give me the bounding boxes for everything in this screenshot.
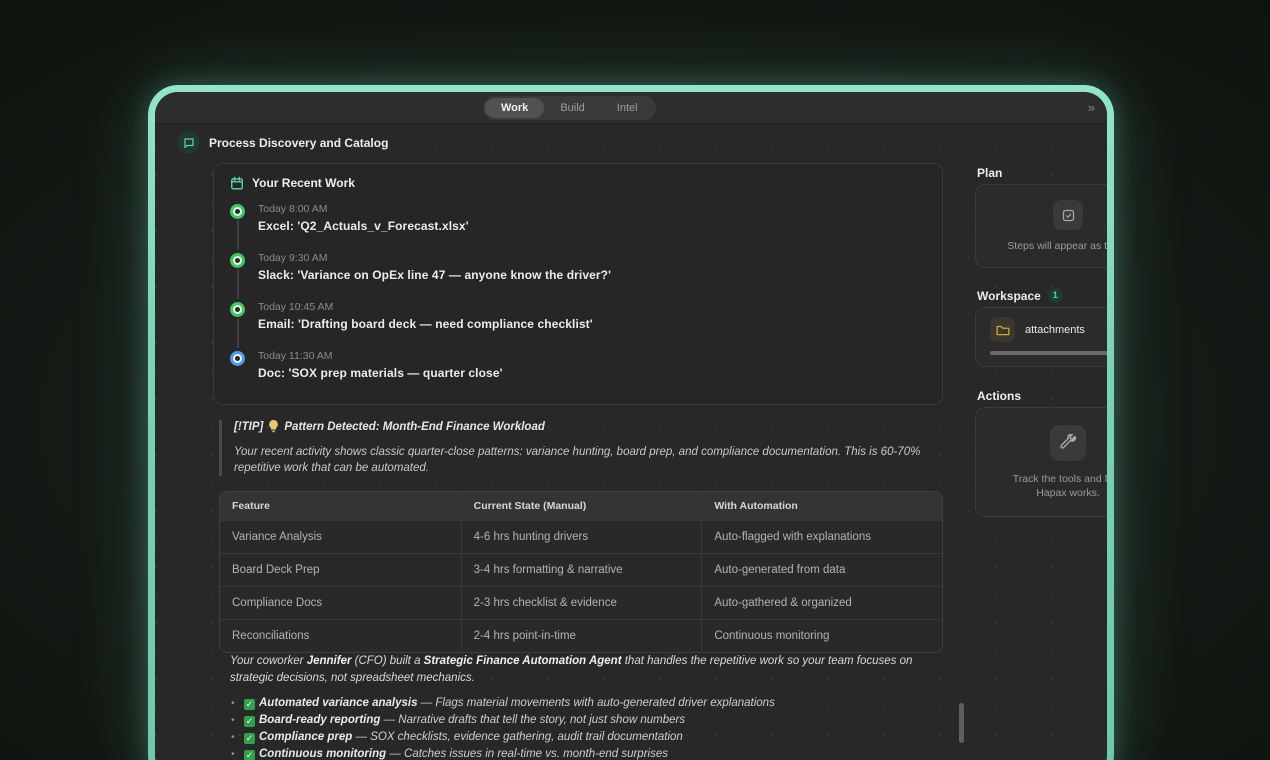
check-icon: ✓ xyxy=(244,733,255,744)
collapse-panel-icon[interactable]: » xyxy=(1088,99,1095,117)
workspace-scrollbar[interactable] xyxy=(990,351,1107,355)
workspace-card: attachments xyxy=(975,307,1107,367)
page-header: Process Discovery and Catalog xyxy=(177,131,388,154)
mode-tabs: Work Build Intel xyxy=(483,96,656,120)
main-content: Process Discovery and Catalog Your Recen… xyxy=(155,124,1107,760)
lightbulb-icon xyxy=(268,420,279,433)
coworker-paragraph: Your coworker Jennifer (CFO) built a Str… xyxy=(230,653,944,687)
timeline-done-icon xyxy=(230,302,245,317)
actions-card: Track the tools and files Hapax works. xyxy=(975,407,1107,517)
table-row: Compliance Docs 2-3 hrs checklist & evid… xyxy=(220,586,942,619)
column-header: With Automation xyxy=(701,492,942,520)
tab-intel[interactable]: Intel xyxy=(601,98,654,118)
timeline-current-icon xyxy=(230,351,245,366)
tip-body: Your recent activity shows classic quart… xyxy=(234,444,943,476)
chat-scrollbar[interactable] xyxy=(959,703,964,743)
timeline-done-icon xyxy=(230,253,245,268)
window-topbar: Work Build Intel » xyxy=(155,92,1107,124)
timeline-timestamp: Today 9:30 AM xyxy=(258,252,611,264)
table-cell: 3-4 hrs formatting & narrative xyxy=(461,554,702,586)
table-cell: Variance Analysis xyxy=(220,521,461,553)
table-cell: Auto-gathered & organized xyxy=(701,587,942,619)
workspace-section-label: Workspace 1 xyxy=(977,288,1063,303)
check-icon: ✓ xyxy=(244,716,255,727)
check-icon: ✓ xyxy=(244,699,255,710)
recent-work-title: Your Recent Work xyxy=(252,176,355,190)
chat-bubble-icon xyxy=(177,131,200,154)
plan-empty-text: Steps will appear as tasks xyxy=(1007,240,1107,252)
table-cell: Board Deck Prep xyxy=(220,554,461,586)
window-body: Work Build Intel » Process Discovery and… xyxy=(155,92,1107,760)
folder-icon xyxy=(990,317,1015,342)
plan-card: Steps will appear as tasks xyxy=(975,184,1107,268)
feature-item: ✓Automated variance analysis — Flags mat… xyxy=(231,695,947,712)
feature-item: ✓Board-ready reporting — Narrative draft… xyxy=(231,712,947,729)
tab-build[interactable]: Build xyxy=(544,98,600,118)
automation-table: Feature Current State (Manual) With Auto… xyxy=(219,491,943,653)
timeline-item: Today 10:45 AM Email: 'Drafting board de… xyxy=(230,301,926,350)
tip-title: Pattern Detected: Month-End Finance Work… xyxy=(284,421,544,433)
timeline-item: Today 11:30 AM Doc: 'SOX prep materials … xyxy=(230,350,926,380)
tab-work[interactable]: Work xyxy=(485,98,544,118)
timeline-item: Today 8:00 AM Excel: 'Q2_Actuals_v_Forec… xyxy=(230,203,926,252)
column-header: Current State (Manual) xyxy=(461,492,702,520)
table-cell: 4-6 hrs hunting drivers xyxy=(461,521,702,553)
timeline-activity: Doc: 'SOX prep materials — quarter close… xyxy=(258,366,503,380)
table-cell: Compliance Docs xyxy=(220,587,461,619)
actions-empty-text: Track the tools and files Hapax works. xyxy=(1013,472,1107,500)
workspace-file-row[interactable]: attachments xyxy=(990,317,1107,342)
timeline-timestamp: Today 10:45 AM xyxy=(258,301,593,313)
check-icon: ✓ xyxy=(244,750,255,760)
tip-callout: [!TIP] Pattern Detected: Month-End Finan… xyxy=(219,420,943,476)
timeline-timestamp: Today 11:30 AM xyxy=(258,350,503,362)
table-row: Board Deck Prep 3-4 hrs formatting & nar… xyxy=(220,553,942,586)
timeline-timestamp: Today 8:00 AM xyxy=(258,203,469,215)
timeline-activity: Email: 'Drafting board deck — need compl… xyxy=(258,317,593,331)
task-check-icon xyxy=(1053,200,1083,230)
timeline-activity: Excel: 'Q2_Actuals_v_Forecast.xlsx' xyxy=(258,219,469,233)
table-header-row: Feature Current State (Manual) With Auto… xyxy=(220,492,942,520)
actions-section-label: Actions xyxy=(977,389,1021,403)
table-cell: Continuous monitoring xyxy=(701,620,942,652)
timeline-done-icon xyxy=(230,204,245,219)
calendar-icon xyxy=(230,176,244,190)
feature-list: ✓Automated variance analysis — Flags mat… xyxy=(231,695,947,760)
timeline-item: Today 9:30 AM Slack: 'Variance on OpEx l… xyxy=(230,252,926,301)
tip-label: [!TIP] xyxy=(234,421,263,433)
table-cell: Reconciliations xyxy=(220,620,461,652)
timeline-activity: Slack: 'Variance on OpEx line 47 — anyon… xyxy=(258,268,611,282)
recent-work-card: Your Recent Work Today 8:00 AM Excel: 'Q… xyxy=(213,163,943,405)
workspace-file-name: attachments xyxy=(1025,324,1085,336)
column-header: Feature xyxy=(220,492,461,520)
wrench-icon xyxy=(1050,425,1086,461)
app-window: Work Build Intel » Process Discovery and… xyxy=(148,85,1114,760)
page-title: Process Discovery and Catalog xyxy=(209,136,388,150)
workspace-count-badge: 1 xyxy=(1048,288,1063,303)
table-cell: Auto-generated from data xyxy=(701,554,942,586)
plan-section-label: Plan xyxy=(977,166,1002,180)
table-row: Variance Analysis 4-6 hrs hunting driver… xyxy=(220,520,942,553)
table-row: Reconciliations 2-4 hrs point-in-time Co… xyxy=(220,619,942,652)
feature-item: ✓Continuous monitoring — Catches issues … xyxy=(231,746,947,760)
table-cell: 2-4 hrs point-in-time xyxy=(461,620,702,652)
table-cell: 2-3 hrs checklist & evidence xyxy=(461,587,702,619)
feature-item: ✓Compliance prep — SOX checklists, evide… xyxy=(231,729,947,746)
table-cell: Auto-flagged with explanations xyxy=(701,521,942,553)
